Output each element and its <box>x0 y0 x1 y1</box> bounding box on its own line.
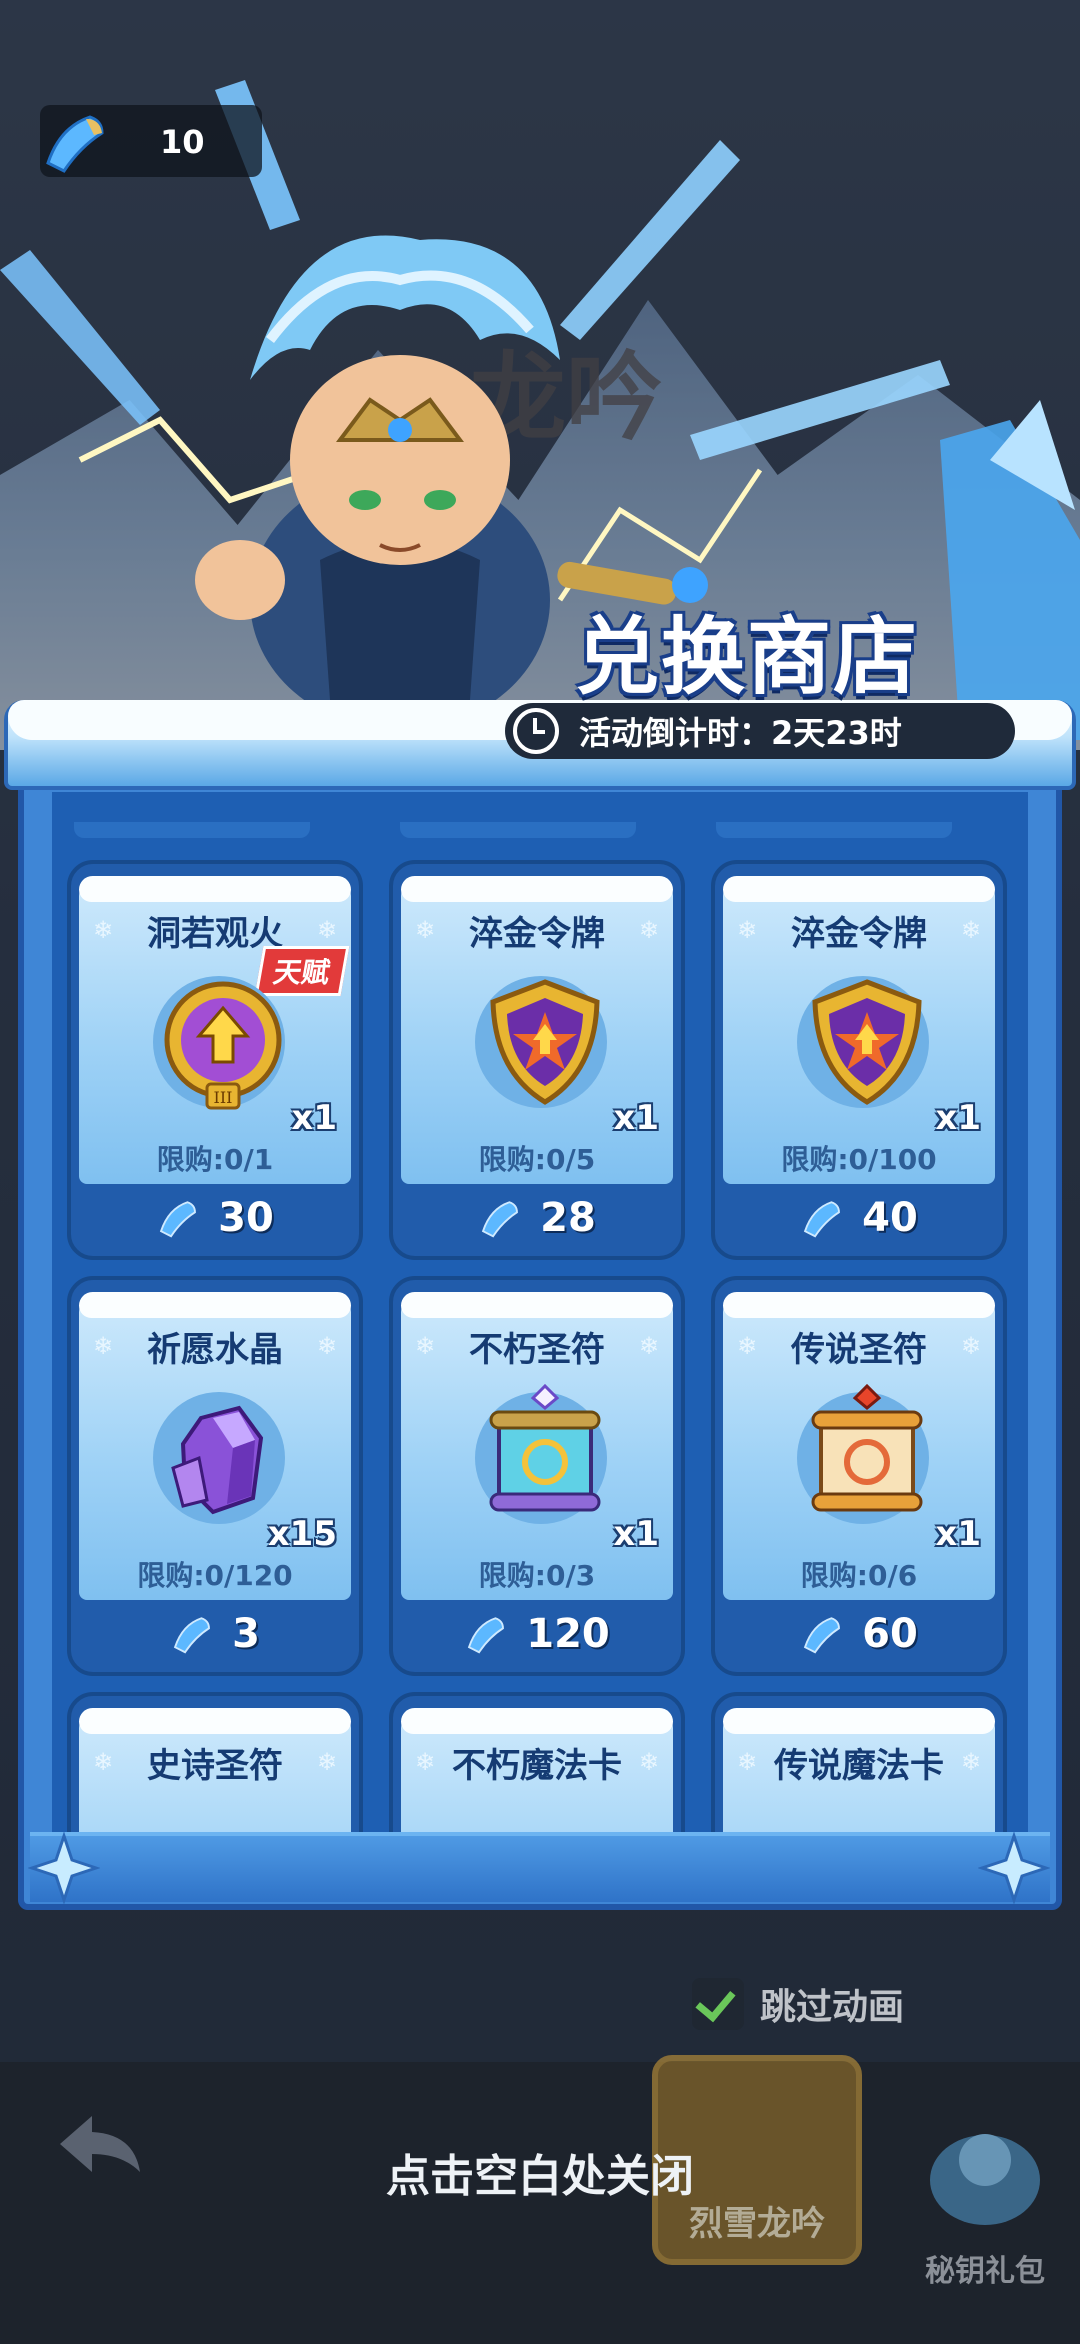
skip-animation-label: 跳过动画 <box>760 1987 905 2028</box>
svg-text:III: III <box>214 1088 233 1107</box>
price-row: 30 <box>71 1190 359 1246</box>
legend-rune-scroll-icon <box>811 1383 923 1512</box>
shop-item-card[interactable]: ❄ ❄ 史诗圣符 <box>67 1692 363 1832</box>
star-ornament-icon <box>28 1832 100 1904</box>
purchase-limit: 限购:0/6 <box>800 1559 918 1592</box>
currency-amount: 10 <box>160 123 205 161</box>
price-row: 40 <box>715 1190 1003 1246</box>
event-countdown: 活动倒计时：2天23时 <box>505 703 1015 759</box>
item-quantity: x15 <box>267 1514 337 1554</box>
currency-display: 10 <box>40 105 262 177</box>
immortal-magic-card-icon <box>465 1794 625 1832</box>
skip-animation-toggle[interactable]: 跳过动画 <box>692 1978 904 2030</box>
ice-crystal-icon <box>804 1617 841 1654</box>
item-price: 120 <box>526 1611 610 1657</box>
item-quantity: x1 <box>935 1098 981 1138</box>
epic-rune-scroll-icon <box>143 1794 303 1832</box>
gold-token-shield-icon <box>812 979 922 1105</box>
item-price: 3 <box>232 1611 260 1657</box>
price-row: 3 <box>71 1606 359 1662</box>
shop-item-card[interactable]: ❄ ❄ 洞若观火 天赋 III x1 限购:0/1 30 <box>67 860 363 1260</box>
checkbox-checked-icon[interactable] <box>692 1978 744 2030</box>
item-price: 28 <box>540 1195 596 1241</box>
shop-item-card[interactable]: ❄ ❄ 祈愿水晶 x15 限购:0/120 3 <box>67 1276 363 1676</box>
item-quantity: x1 <box>935 1514 981 1554</box>
shop-item-card[interactable]: ❄ ❄ 传说魔法卡 <box>711 1692 1007 1832</box>
purchase-limit: 限购:0/3 <box>478 1559 596 1592</box>
purchase-limit: 限购:0/100 <box>781 1143 937 1176</box>
shop-item-card[interactable]: ❄ ❄ 淬金令牌 x1 限购:0/5 28 <box>389 860 685 1260</box>
item-quantity: x1 <box>613 1098 659 1138</box>
clock-icon <box>513 708 559 754</box>
ice-crystal-icon <box>160 1201 197 1238</box>
item-name: 传说魔法卡 <box>774 1746 944 1786</box>
purchase-limit: 限购:0/120 <box>137 1559 293 1592</box>
shop-title: 兑换商店 <box>575 608 920 706</box>
ice-crystal-icon <box>173 1617 210 1654</box>
shop-item-card[interactable]: ❄ ❄ 不朽圣符 x1 限购:0/3 120 <box>389 1276 685 1676</box>
shop-item-card[interactable]: ❄ ❄ 不朽魔法卡 <box>389 1692 685 1832</box>
item-name: 不朽魔法卡 <box>452 1746 622 1786</box>
item-quantity: x1 <box>291 1098 337 1138</box>
ice-crystal-icon <box>46 115 104 173</box>
item-name: 传说圣符 <box>791 1330 927 1370</box>
star-ornament-icon <box>978 1832 1050 1904</box>
shop-item-card[interactable]: ❄ ❄ 传说圣符 x1 限购:0/6 60 <box>711 1276 1007 1676</box>
item-name: 淬金令牌 <box>791 914 927 954</box>
shop-panel-footer <box>30 1832 1050 1902</box>
item-name: 淬金令牌 <box>469 914 605 954</box>
item-price: 40 <box>862 1195 918 1241</box>
shop-item-grid[interactable]: ❄ ❄ 洞若观火 天赋 III x1 限购:0/1 30 ❄ ❄ 淬金令牌 x1… <box>52 792 1028 1832</box>
ice-crystal-icon <box>804 1201 841 1238</box>
countdown-text: 活动倒计时：2天23时 <box>579 714 902 752</box>
gold-token-shield-icon <box>490 979 600 1105</box>
price-row: 28 <box>393 1190 681 1246</box>
talent-upgrade-medal-icon: III <box>164 981 282 1110</box>
item-name: 不朽圣符 <box>469 1330 605 1370</box>
close-hint: 点击空白处关闭 <box>386 2151 694 2202</box>
item-name: 祈愿水晶 <box>147 1330 283 1370</box>
tab-key-gift-pack-label: 秘钥礼包 <box>925 2254 1045 2289</box>
purchase-limit: 限购:0/1 <box>156 1143 274 1176</box>
immortal-rune-scroll-icon <box>489 1383 601 1512</box>
ice-crystal-icon <box>468 1617 505 1654</box>
ice-crystal-icon <box>482 1201 519 1238</box>
shop-item-card[interactable]: ❄ ❄ 淬金令牌 x1 限购:0/100 40 <box>711 860 1007 1260</box>
item-name: 史诗圣符 <box>147 1746 283 1786</box>
item-quantity: x1 <box>613 1514 659 1554</box>
price-row: 60 <box>715 1606 1003 1662</box>
item-price: 30 <box>218 1195 274 1241</box>
legend-magic-card-icon <box>787 1794 947 1832</box>
item-price: 60 <box>862 1611 918 1657</box>
purchase-limit: 限购:0/5 <box>478 1143 596 1176</box>
price-row: 120 <box>393 1606 681 1662</box>
